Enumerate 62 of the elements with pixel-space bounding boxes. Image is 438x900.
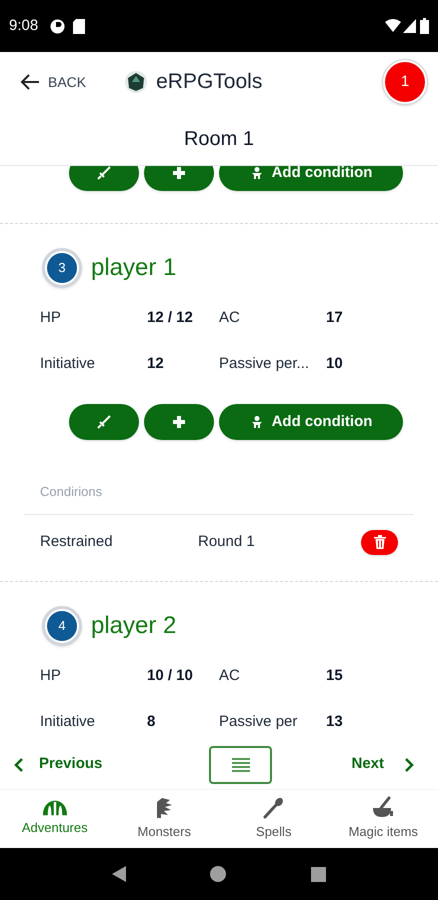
stat-label: Initiative <box>40 354 96 374</box>
wifi-icon <box>385 19 401 33</box>
stat-value: 13 <box>326 712 343 732</box>
figure-icon <box>250 166 264 180</box>
arch-icon <box>42 800 67 816</box>
condition-name: Restrained <box>40 532 114 552</box>
nav-tab[interactable]: Magic items <box>328 790 438 848</box>
stat-value: 15 <box>326 666 343 686</box>
notification-badge[interactable]: 1 <box>382 59 428 105</box>
recents-icon[interactable] <box>310 866 326 882</box>
stat-value: 17 <box>326 308 343 328</box>
sword-icon <box>97 166 111 180</box>
back-arrow-icon <box>20 73 40 91</box>
stat-value: 12 <box>147 354 164 374</box>
app-title: eRPGTools <box>156 69 262 96</box>
add-condition-button[interactable]: Add condition <box>219 404 403 440</box>
plus-icon <box>172 415 186 429</box>
notification-icon <box>50 18 66 34</box>
stat-value: 12 / 12 <box>147 308 193 328</box>
conditions-header: Condirions <box>40 484 102 499</box>
trash-icon <box>374 535 386 549</box>
nav-tab[interactable]: Spells <box>219 790 328 848</box>
heal-button[interactable] <box>144 404 214 440</box>
figure-icon <box>250 415 264 429</box>
initiative-badge: 4 <box>42 606 82 646</box>
stat-label: AC <box>219 308 240 328</box>
battery-icon <box>420 18 429 34</box>
stat-value: 10 <box>326 354 343 374</box>
wand-icon <box>262 796 286 820</box>
status-time: 9:08 <box>9 16 38 36</box>
plus-icon <box>172 166 186 180</box>
stat-label: Initiative <box>40 712 96 732</box>
attack-button[interactable] <box>69 404 139 440</box>
logo-icon <box>124 70 148 94</box>
player-name: player 2 <box>91 610 176 640</box>
previous-button[interactable]: Previous <box>14 753 102 776</box>
stat-label: Passive per <box>219 712 298 732</box>
nav-tab[interactable]: Adventures <box>0 790 110 848</box>
back-button[interactable]: BACK <box>20 72 86 92</box>
chevron-right-icon <box>404 758 414 772</box>
signal-icon <box>403 19 416 33</box>
back-icon[interactable] <box>112 866 126 882</box>
nav-tab[interactable]: Monsters <box>110 790 219 848</box>
add-condition-button[interactable]: Add condition <box>219 166 403 191</box>
sword-icon <box>97 415 111 429</box>
stat-label: HP <box>40 308 61 328</box>
menu-icon <box>232 756 250 772</box>
home-icon[interactable] <box>210 866 226 882</box>
stat-value: 10 / 10 <box>147 666 193 686</box>
next-button[interactable]: Next <box>351 753 414 776</box>
player-name: player 1 <box>91 252 176 282</box>
initiative-badge: 3 <box>42 248 82 288</box>
stat-label: AC <box>219 666 240 686</box>
stat-value: 8 <box>147 712 156 732</box>
delete-button[interactable] <box>361 530 398 554</box>
sd-card-icon <box>73 18 86 34</box>
list-button[interactable] <box>209 746 272 784</box>
stat-label: Passive per... <box>219 354 310 374</box>
chevron-left-icon <box>14 758 24 772</box>
condition-round: Round 1 <box>198 532 256 552</box>
room-title: Room 1 <box>184 126 254 152</box>
stat-label: HP <box>40 666 61 686</box>
